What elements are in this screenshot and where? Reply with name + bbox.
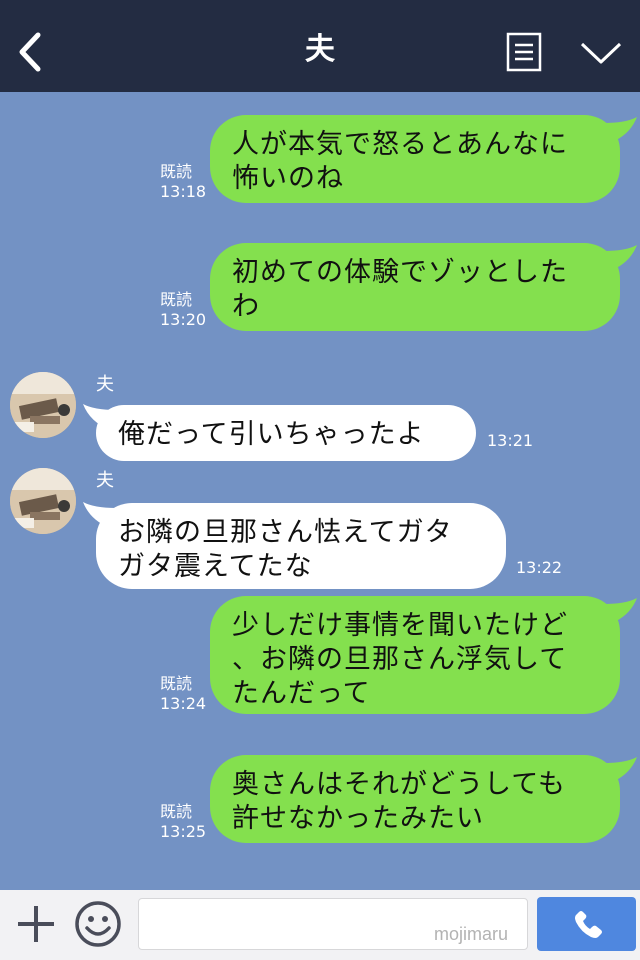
message-bubble[interactable]: 俺だって引いちゃったよ (96, 405, 476, 461)
phone-icon (575, 911, 602, 938)
call-button[interactable] (537, 897, 636, 951)
smiley-icon (75, 901, 121, 947)
chat-area[interactable]: 既読 13:18 人が本気で怒るとあんなに 怖いのね 既読 13:20 初めての… (0, 92, 640, 890)
back-button[interactable] (14, 30, 48, 74)
message-bubble[interactable]: 初めての体験でゾッとした わ (210, 243, 620, 331)
read-status: 既読 (160, 162, 193, 181)
chevron-left-icon (19, 32, 41, 72)
message-meta: 既読 13:24 (160, 674, 206, 714)
menu-button[interactable] (578, 36, 624, 68)
emoji-button[interactable] (74, 900, 122, 948)
read-status: 既読 (160, 290, 193, 309)
notes-button[interactable] (506, 32, 542, 72)
bubble-tail (604, 757, 637, 783)
chat-title: 夫 (305, 32, 335, 67)
bubble-tail (604, 245, 637, 271)
message-meta: 既読 13:25 (160, 802, 206, 842)
message-meta: 既読 13:20 (160, 290, 206, 330)
message-time: 13:25 (160, 822, 207, 841)
message-bubble[interactable]: 奥さんはそれがどうしても 許せなかったみたい (210, 755, 620, 843)
read-status: 既読 (160, 674, 193, 693)
sender-name: 夫 (96, 374, 114, 395)
avatar-image (10, 372, 76, 438)
sender-name: 夫 (96, 470, 114, 491)
message-time: 13:22 (516, 558, 563, 577)
watermark: mojimaru (434, 924, 509, 944)
avatar-image (10, 468, 76, 534)
plus-icon (18, 906, 54, 942)
message-time: 13:24 (160, 694, 207, 713)
bubble-tail (604, 598, 637, 624)
chat-header: 夫 (0, 0, 640, 92)
bubble-tail (604, 117, 637, 143)
message-time: 13:20 (160, 310, 207, 329)
message-bubble[interactable]: 人が本気で怒るとあんなに 怖いのね (210, 115, 620, 203)
message-meta: 既読 13:18 (160, 162, 206, 202)
read-status: 既読 (160, 802, 193, 821)
message-bubble[interactable]: 少しだけ事情を聞いたけど 、お隣の旦那さん浮気して たんだって (210, 596, 620, 714)
notes-icon (506, 32, 542, 72)
message-bubble[interactable]: お隣の旦那さん怯えてガタ ガタ震えてたな (96, 503, 506, 589)
avatar[interactable] (10, 372, 76, 438)
message-time: 13:21 (487, 431, 534, 450)
avatar[interactable] (10, 468, 76, 534)
message-time: 13:18 (160, 182, 207, 201)
chevron-down-icon (580, 42, 622, 64)
add-button[interactable] (14, 902, 58, 946)
